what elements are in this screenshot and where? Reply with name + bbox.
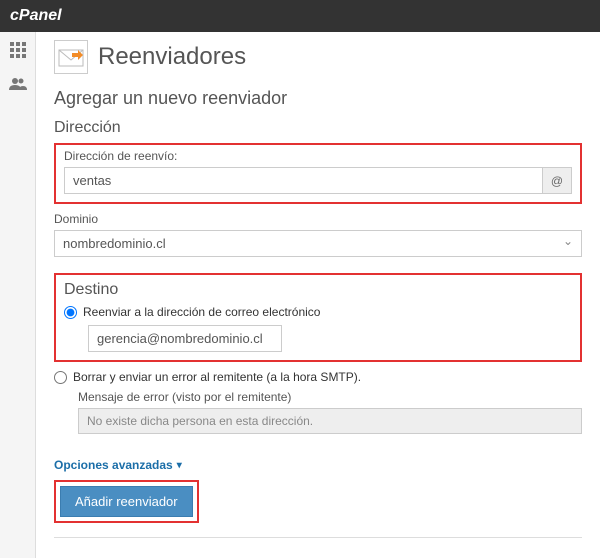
page-title: Reenviadores	[98, 43, 246, 71]
address-section-title: Dirección	[54, 119, 582, 137]
add-forwarder-button[interactable]: Añadir reenviador	[60, 486, 193, 517]
destination-block: Destino Reenviar a la dirección de corre…	[54, 273, 582, 362]
domain-select[interactable]: nombredominio.cl	[54, 230, 582, 257]
submit-annotation: Añadir reenviador	[54, 480, 199, 523]
destination-section-title: Destino	[64, 281, 572, 299]
brand-logo: cPanel	[10, 7, 62, 25]
at-addon: @	[543, 167, 572, 194]
users-icon[interactable]	[9, 77, 27, 96]
main-content: Reenviadores Agregar un nuevo reenviador…	[36, 32, 600, 558]
divider	[54, 537, 582, 538]
address-block: Dirección de reenvío: @	[54, 143, 582, 204]
error-msg-label: Mensaje de error (visto por el remitente…	[78, 390, 582, 404]
forward-radio-label: Reenviar a la dirección de correo electr…	[83, 305, 320, 319]
sidebar	[0, 32, 36, 558]
discard-radio-label: Borrar y enviar un error al remitente (a…	[73, 370, 361, 384]
caret-down-icon: ▾	[177, 460, 182, 471]
discard-radio[interactable]	[54, 371, 67, 384]
error-msg-input[interactable]: No existe dicha persona en esta direcció…	[78, 408, 582, 434]
advanced-options-label: Opciones avanzadas	[54, 458, 173, 472]
apps-icon[interactable]	[10, 42, 26, 63]
topbar: cPanel	[0, 0, 600, 32]
forwarders-icon	[54, 40, 88, 74]
domain-select-value: nombredominio.cl	[63, 236, 166, 251]
page-subtitle: Agregar un nuevo reenviador	[54, 88, 582, 109]
domain-label: Dominio	[54, 212, 582, 226]
forward-address-input[interactable]	[64, 167, 543, 194]
forward-address-label: Dirección de reenvío:	[64, 149, 572, 163]
forward-email-input[interactable]	[88, 325, 282, 352]
forward-radio[interactable]	[64, 306, 77, 319]
advanced-options-link[interactable]: Opciones avanzadas ▾	[54, 458, 182, 472]
